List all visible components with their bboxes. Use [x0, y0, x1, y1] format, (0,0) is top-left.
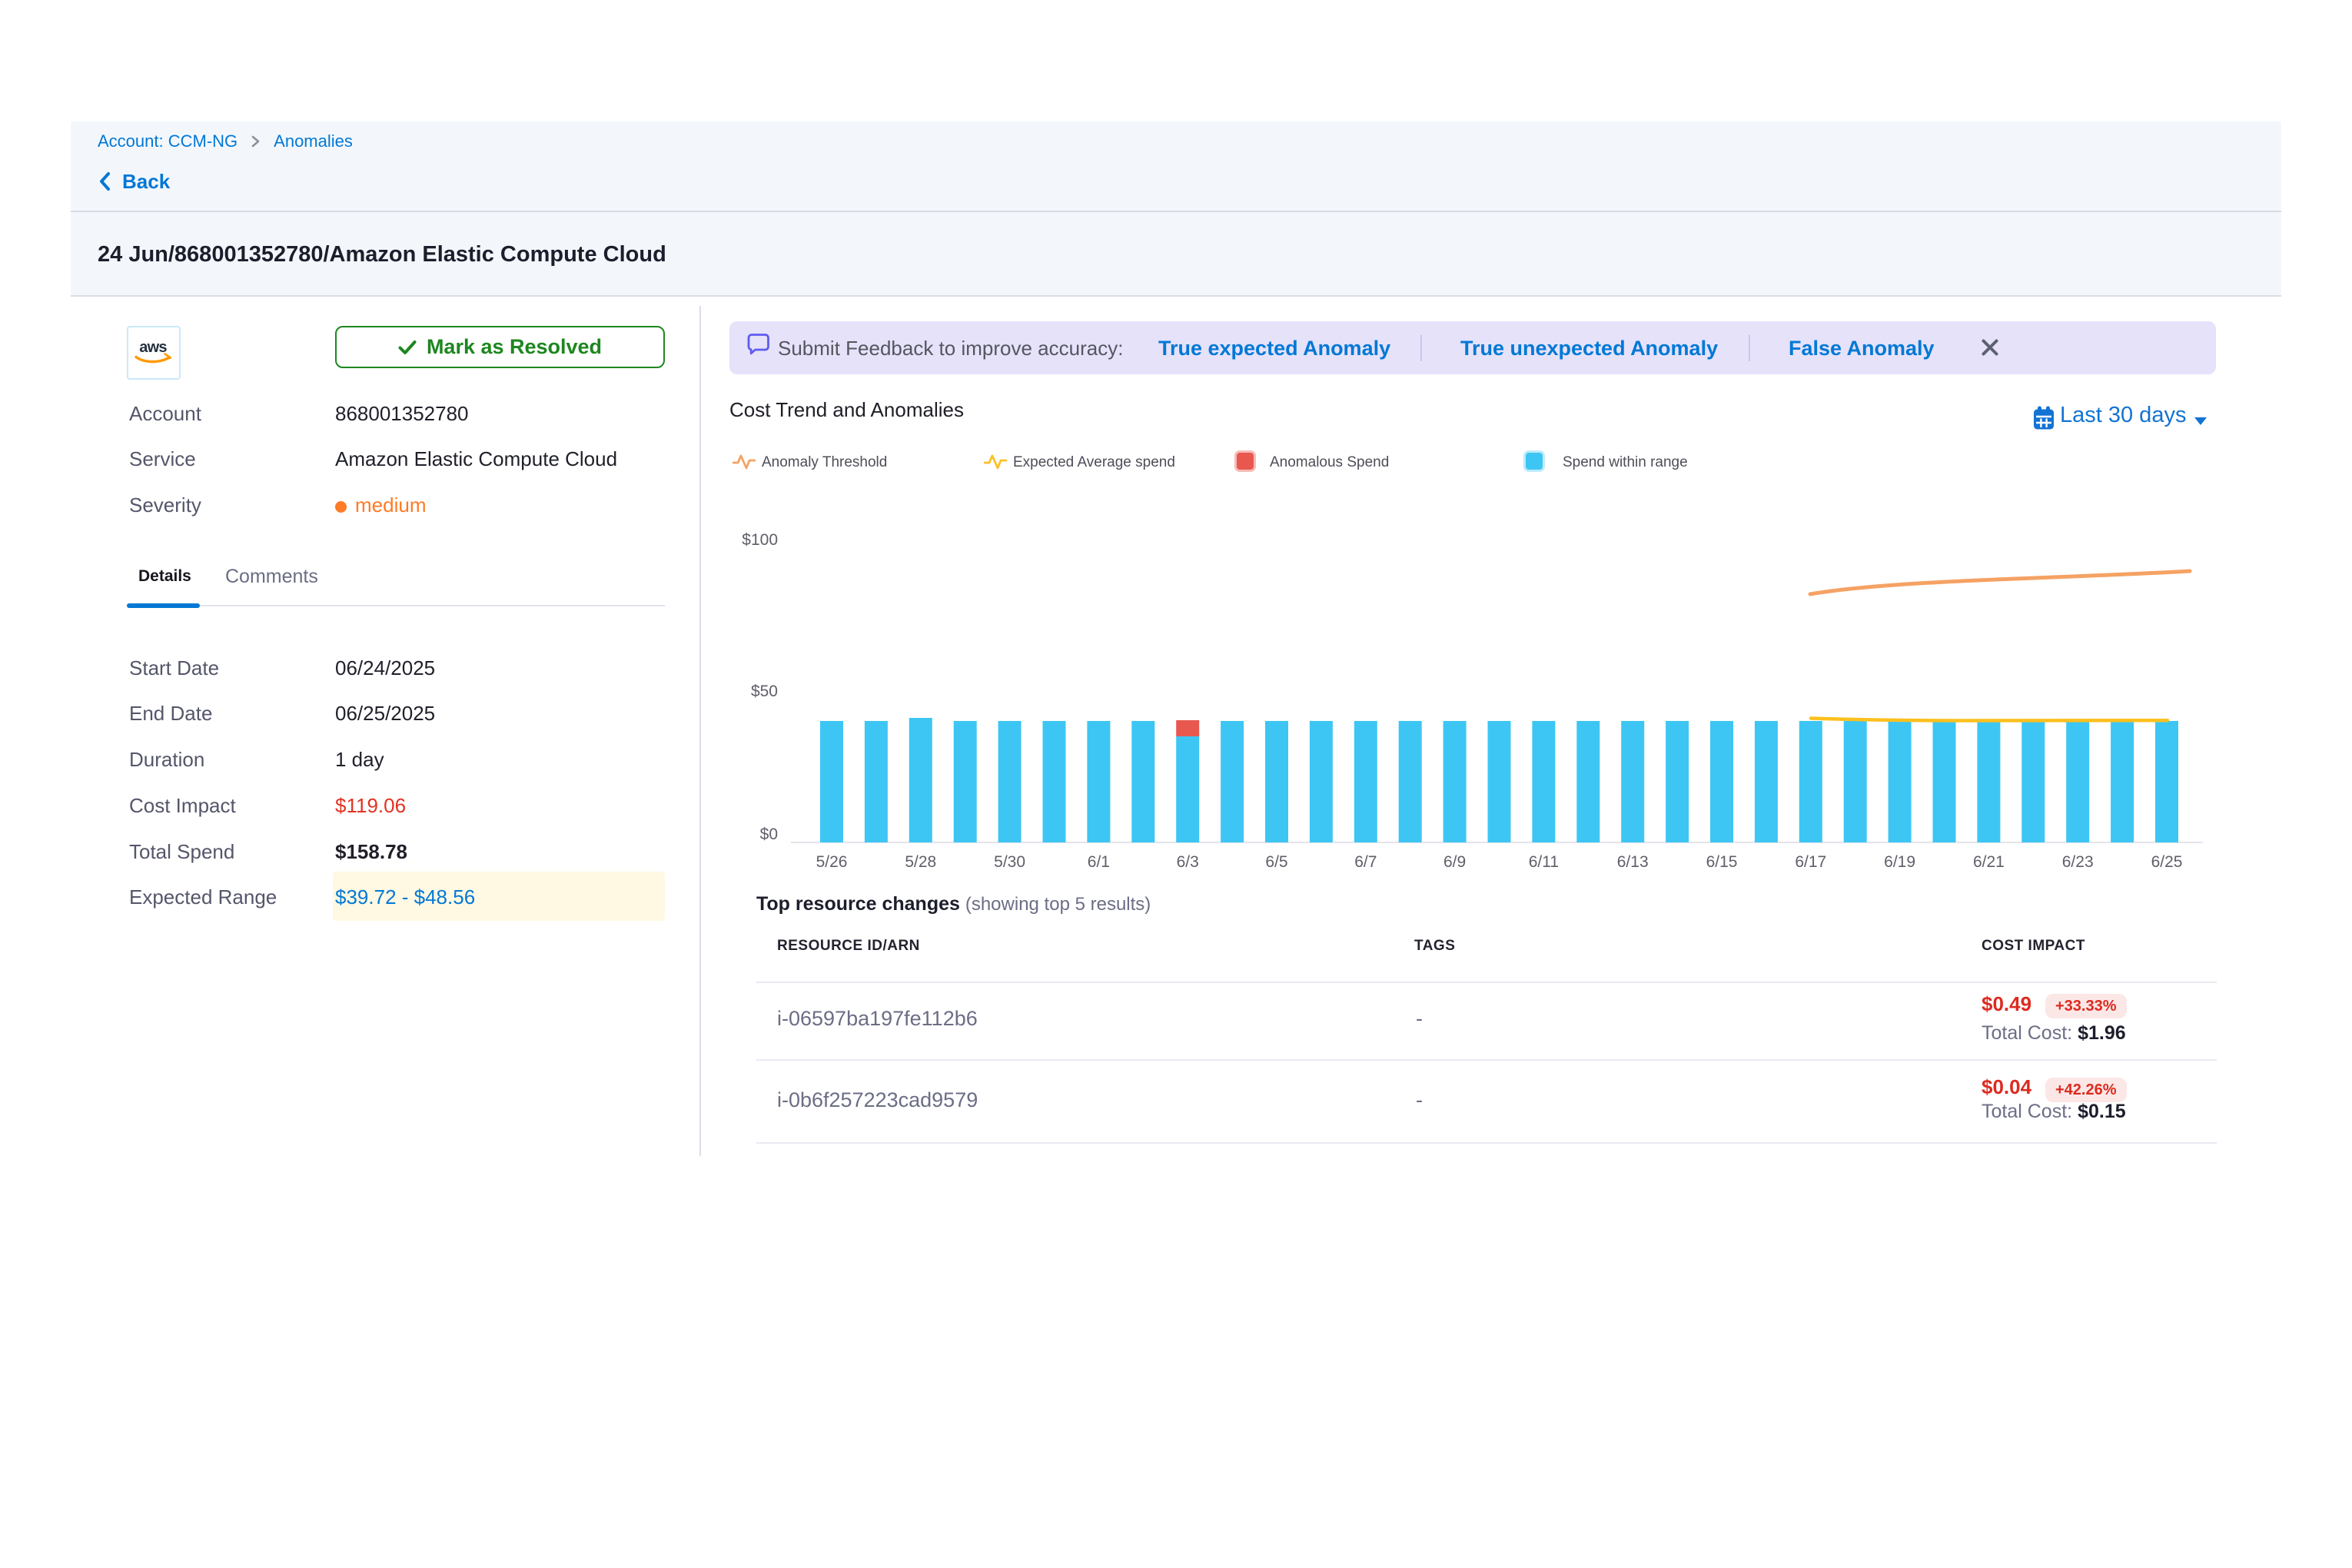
svg-text:6/7: 6/7: [1354, 853, 1377, 871]
svg-text:6/3: 6/3: [1177, 853, 1199, 871]
svg-text:6/13: 6/13: [1617, 853, 1649, 871]
svg-text:6/1: 6/1: [1088, 853, 1110, 871]
svg-text:6/5: 6/5: [1265, 853, 1287, 871]
svg-text:5/26: 5/26: [816, 853, 848, 871]
svg-text:6/19: 6/19: [1884, 853, 1915, 871]
svg-text:6/11: 6/11: [1529, 853, 1559, 871]
svg-text:$0: $0: [760, 826, 778, 843]
svg-text:5/28: 5/28: [905, 853, 936, 871]
svg-text:6/15: 6/15: [1706, 853, 1738, 871]
svg-text:6/21: 6/21: [1973, 853, 2005, 871]
svg-text:5/30: 5/30: [994, 853, 1025, 871]
svg-text:6/9: 6/9: [1443, 853, 1466, 871]
svg-text:$50: $50: [751, 683, 778, 700]
svg-text:$100: $100: [742, 531, 778, 549]
svg-text:6/23: 6/23: [2062, 853, 2094, 871]
svg-text:6/25: 6/25: [2151, 853, 2183, 871]
svg-text:6/17: 6/17: [1795, 853, 1826, 871]
